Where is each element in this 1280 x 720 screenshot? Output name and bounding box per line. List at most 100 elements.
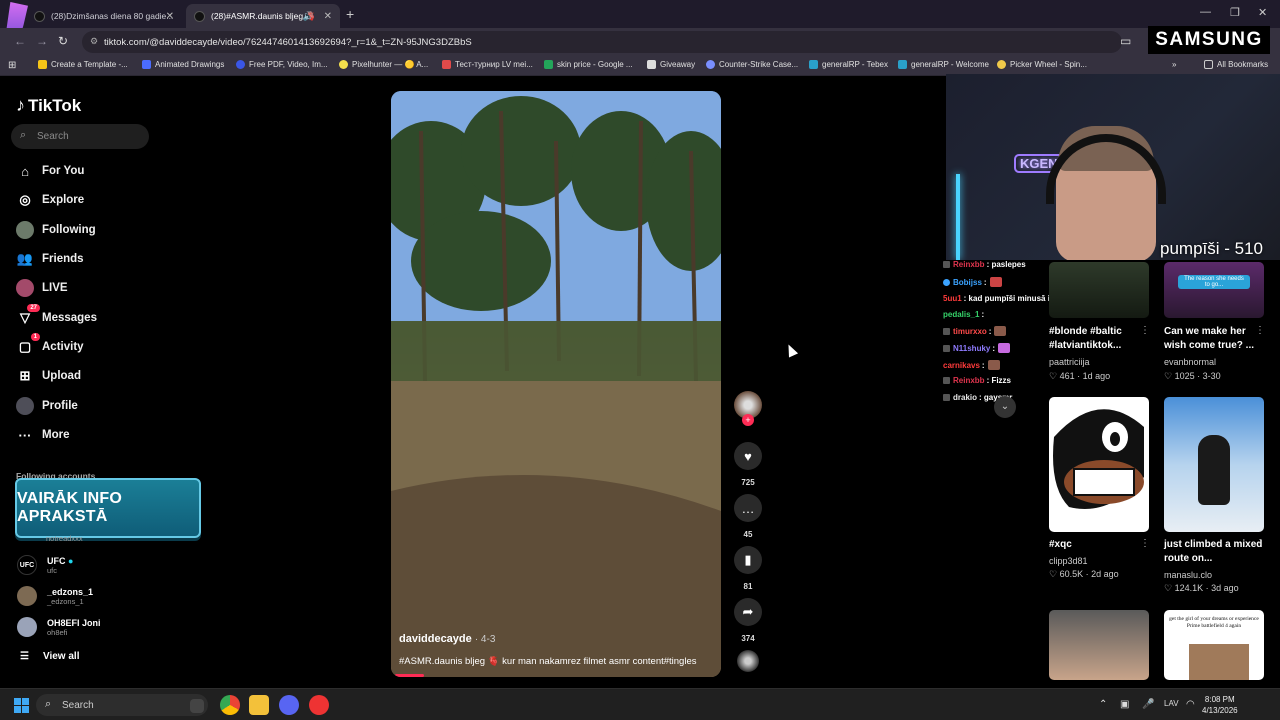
- maximize-icon[interactable]: ❐: [1230, 6, 1240, 19]
- bookmark-item[interactable]: Pixelhunter — 🟡 A...: [339, 60, 428, 69]
- more-icon: ···: [18, 427, 32, 443]
- bookmark-item[interactable]: Free PDF, Video, Im...: [236, 60, 328, 69]
- friends-icon: 👥: [16, 251, 34, 266]
- following-account[interactable]: _edzons_1 _edzons_1: [17, 586, 93, 606]
- feed-title[interactable]: just climbed a mixed route on...: [1164, 538, 1264, 566]
- back-icon[interactable]: ←: [14, 34, 26, 48]
- bookmark-item[interactable]: generalRP - Tebex: [809, 60, 888, 69]
- emote-icon: [987, 360, 1000, 370]
- video-player[interactable]: daviddecayde · 4-3 #ASMR.daunis bljeg 🫀 …: [391, 91, 721, 677]
- new-tab-button[interactable]: +: [346, 6, 354, 22]
- nav-activity[interactable]: ▢ 1 Activity: [16, 333, 84, 357]
- save-action[interactable]: ▮ 81: [734, 546, 762, 591]
- feed-author[interactable]: manaslu.clo: [1164, 570, 1212, 580]
- messages-badge: 27: [27, 304, 40, 312]
- bookmark-item[interactable]: Counter-Strike Case...: [706, 60, 798, 69]
- system-clock[interactable]: 8:08 PM 4/13/2026: [1202, 694, 1238, 716]
- feed-thumbnail[interactable]: [1049, 610, 1149, 680]
- feed-author[interactable]: clipp3d81: [1049, 556, 1088, 566]
- cast-icon[interactable]: ▭: [1120, 34, 1131, 48]
- tiktok-note-icon: ♪: [16, 95, 25, 115]
- steelseries-icon[interactable]: [309, 695, 329, 715]
- minimize-icon[interactable]: —: [1200, 6, 1211, 18]
- feed-thumbnail[interactable]: [1049, 262, 1149, 318]
- feed-stats: ♡ 124.1K · 3d ago: [1164, 583, 1239, 593]
- following-account[interactable]: UFC UFC ● ufc: [17, 555, 73, 575]
- feed-title[interactable]: #xqc: [1049, 538, 1149, 552]
- feed-title[interactable]: #blonde #baltic #latviantiktok...: [1049, 325, 1149, 353]
- nav-for-you[interactable]: ⌂ For You: [16, 161, 84, 181]
- following-account[interactable]: OH8EFI Joni oh8efi: [17, 617, 101, 637]
- bookmark-item[interactable]: generalRP - Welcome: [898, 60, 989, 69]
- video-progress-bar[interactable]: [395, 674, 424, 677]
- more-options-icon[interactable]: ⋮: [1255, 325, 1265, 336]
- site-info-icon[interactable]: ⚙: [90, 36, 98, 47]
- nav-upload[interactable]: ⊞ Upload: [16, 366, 81, 386]
- feed-thumbnail[interactable]: [1164, 397, 1264, 532]
- all-bookmarks[interactable]: All Bookmarks: [1204, 60, 1268, 69]
- emote-icon: [998, 343, 1011, 353]
- nav-following[interactable]: Following: [16, 220, 96, 240]
- search-input[interactable]: ⌕ Search: [11, 124, 149, 149]
- feed-title[interactable]: Can we make her wish come true? ...: [1164, 325, 1264, 353]
- apps-icon[interactable]: ⊞: [8, 60, 16, 71]
- feed-author[interactable]: evanbnormal: [1164, 357, 1216, 367]
- bookmark-item[interactable]: Giveaway: [647, 60, 695, 69]
- forward-icon[interactable]: →: [36, 34, 48, 48]
- more-options-icon[interactable]: ⋮: [1140, 538, 1150, 549]
- bookmark-item[interactable]: Тест-турнир LV mei...: [442, 60, 533, 69]
- led-light: [956, 174, 960, 260]
- speaker-icon[interactable]: 🔊: [303, 11, 314, 22]
- following-account[interactable]: notreadxxx: [46, 534, 83, 543]
- taskbar-search[interactable]: ⌕ Search: [36, 694, 208, 716]
- badge-icon: [943, 394, 950, 401]
- close-tab-icon[interactable]: ✕: [166, 11, 174, 22]
- more-options-icon[interactable]: ⋮: [1140, 325, 1150, 336]
- music-disc-icon[interactable]: [737, 650, 759, 672]
- discord-icon[interactable]: [279, 695, 299, 715]
- scroll-down-button[interactable]: ⌄: [994, 396, 1016, 418]
- following-avatar: [16, 221, 34, 239]
- bookmark-item[interactable]: skin price - Google ...: [544, 60, 633, 69]
- like-action[interactable]: ♥ 725: [734, 442, 762, 487]
- more-options-icon[interactable]: ⋮: [1255, 538, 1265, 549]
- file-explorer-icon[interactable]: [249, 695, 269, 715]
- comment-action[interactable]: … 45: [734, 494, 762, 539]
- feed-thumbnail[interactable]: get the girl of your dreams or experienc…: [1164, 610, 1264, 680]
- tab-asmr[interactable]: (28)#ASMR.daunis bljeg 🫀 🔊 ✕: [186, 4, 340, 28]
- feed-thumbnail[interactable]: [1049, 397, 1149, 532]
- bookmark-item[interactable]: Create a Template -...: [38, 60, 128, 69]
- close-tab-icon[interactable]: ✕: [324, 11, 332, 22]
- follow-plus-button[interactable]: +: [742, 414, 754, 426]
- bookmark-item[interactable]: Animated Drawings: [142, 60, 224, 69]
- reload-icon[interactable]: ↻: [58, 34, 68, 48]
- badge-icon: [943, 377, 950, 384]
- bookmark-item[interactable]: Picker Wheel - Spin...: [997, 60, 1087, 69]
- windows-start-icon[interactable]: [14, 698, 29, 713]
- activity-icon: ▢ 1: [16, 333, 40, 356]
- tiktok-logo[interactable]: ♪ TikTok: [16, 95, 81, 116]
- chrome-icon[interactable]: [220, 695, 240, 715]
- language-indicator[interactable]: LAV: [1164, 699, 1179, 708]
- nav-more[interactable]: ··· More: [16, 425, 70, 445]
- video-author[interactable]: daviddecayde · 4-3: [399, 633, 495, 645]
- nav-messages[interactable]: ▽ 27 Messages: [16, 304, 97, 328]
- climber-figure: [1198, 435, 1230, 505]
- bookmarks-overflow-icon[interactable]: »: [1172, 60, 1176, 69]
- network-icon[interactable]: ▣: [1120, 699, 1129, 710]
- task-view-icon[interactable]: [190, 699, 204, 713]
- wifi-icon[interactable]: ◠: [1186, 699, 1195, 710]
- view-all-link[interactable]: ☰ View all: [20, 651, 79, 662]
- feed-author[interactable]: paattriciija: [1049, 357, 1090, 367]
- nav-explore[interactable]: ◎ Explore: [16, 190, 84, 210]
- nav-friends[interactable]: 👥 Friends: [16, 249, 84, 269]
- share-action[interactable]: ➦ 374: [734, 598, 762, 643]
- tab-birthday[interactable]: (28)Dzimšanas diena 80 gadie... ✕: [26, 4, 182, 28]
- nav-live[interactable]: LIVE: [16, 278, 68, 298]
- close-window-icon[interactable]: ✕: [1258, 6, 1267, 19]
- tray-overflow-icon[interactable]: ⌃: [1099, 699, 1107, 710]
- microphone-icon[interactable]: 🎤: [1142, 699, 1154, 710]
- feed-thumbnail[interactable]: The reason she needs to go...: [1164, 262, 1264, 318]
- url-field[interactable]: ⚙ tiktok.com/@daviddecayde/video/7624474…: [82, 31, 1122, 53]
- nav-profile[interactable]: Profile: [16, 396, 78, 416]
